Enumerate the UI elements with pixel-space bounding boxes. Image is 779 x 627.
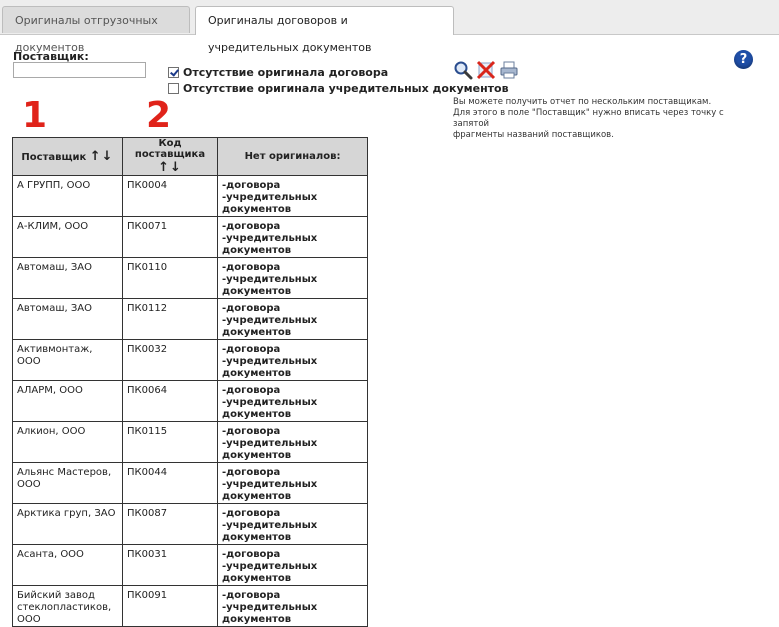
code-cell: ПК0071 — [122, 216, 218, 258]
code-cell: ПК0032 — [122, 339, 218, 381]
table-row: Автомаш, ЗАО ПК0112 -договора -учредительны… — [12, 298, 368, 340]
toolbar — [453, 60, 519, 80]
missing-cell: -договора -учредительных документов — [217, 462, 368, 504]
note-line: Вы можете получить отчет по нескольким п… — [453, 97, 712, 107]
header-missing: Нет оригиналов: — [217, 137, 368, 176]
missing-item: -учредительных документов — [222, 397, 318, 420]
clear-icon[interactable] — [476, 60, 496, 80]
marker-1: 1 — [22, 95, 48, 136]
checkbox-row-founding: Отсутствие оригинала учредительных докум… — [168, 81, 509, 95]
missing-item: -учредительных документов — [222, 192, 318, 215]
table-row: АЛАРМ, ООО ПК0064 -договора -учредительных … — [12, 380, 368, 422]
code-cell: ПК0110 — [122, 257, 218, 299]
supplier-cell: Бийский завод стеклопластиков, ООО — [12, 585, 123, 627]
report-note: Вы можете получить отчет по нескольким п… — [453, 97, 753, 141]
code-cell: ПК0004 — [122, 175, 218, 217]
note-line: фрагменты названий поставщиков. — [453, 130, 614, 140]
missing-cell: -договора -учредительных документов — [217, 585, 368, 627]
code-cell: ПК0064 — [122, 380, 218, 422]
table-row: Асанта, ООО ПК0031 -договора -учредительных… — [12, 544, 368, 586]
missing-item: -договора — [222, 426, 281, 437]
supplier-cell: А-КЛИМ, ООО — [12, 216, 123, 258]
missing-item: -учредительных документов — [222, 479, 318, 502]
missing-cell: -договора -учредительных документов — [217, 216, 368, 258]
sort-arrows-icon[interactable]: ↑↓ — [90, 149, 114, 164]
code-cell: ПК0044 — [122, 462, 218, 504]
table-row: Бийский завод стеклопластиков, ООО ПК0091… — [12, 585, 368, 627]
supplier-cell: Асанта, ООО — [12, 544, 123, 586]
no-founding-docs-label: Отсутствие оригинала учредительных докум… — [183, 81, 509, 95]
help-icon[interactable]: ? — [734, 50, 753, 69]
supplier-cell: Автомаш, ЗАО — [12, 298, 123, 340]
missing-item: -договора — [222, 549, 281, 560]
header-code-label: Код поставщика — [134, 138, 206, 160]
tab-shipping-originals[interactable]: Оригиналы отгрузочных документов — [2, 6, 190, 54]
table-row: Алкион, ООО ПК0115 -договора -учредительных… — [12, 421, 368, 463]
table-row: Автомаш, ЗАО ПК0110 -договора -учредительны… — [12, 257, 368, 299]
header-supplier[interactable]: Поставщик ↑↓ — [12, 137, 123, 176]
missing-item: -договора — [222, 344, 281, 355]
missing-cell: -договора -учредительных документов — [217, 175, 368, 217]
no-contract-checkbox[interactable] — [168, 66, 179, 78]
missing-item: -учредительных документов — [222, 520, 318, 543]
supplier-cell: Арктика груп, ЗАО — [12, 503, 123, 545]
missing-item: -договора — [222, 221, 281, 232]
header-code[interactable]: Код поставщика ↑↓ — [122, 137, 218, 176]
supplier-cell: Альянс Мастеров, ООО — [12, 462, 123, 504]
header-supplier-label: Поставщик — [21, 152, 87, 163]
missing-item: -договора — [222, 385, 281, 396]
missing-item: -учредительных документов — [222, 561, 318, 584]
note-line: Для этого в поле "Поставщик" нужно вписа… — [453, 108, 724, 129]
missing-item: -учредительных документов — [222, 315, 318, 338]
missing-item: -договора — [222, 303, 281, 314]
tab-contract-originals[interactable]: Оригиналы договоров и учредительных доку… — [195, 6, 454, 54]
print-icon[interactable] — [499, 60, 519, 80]
missing-item: -договора — [222, 180, 281, 191]
supplier-cell: АЛАРМ, ООО — [12, 380, 123, 422]
sort-arrows-icon[interactable]: ↑↓ — [123, 160, 217, 175]
search-icon[interactable] — [453, 60, 473, 80]
missing-cell: -договора -учредительных документов — [217, 544, 368, 586]
missing-item: -договора — [222, 508, 281, 519]
code-cell: ПК0112 — [122, 298, 218, 340]
table-row: Активмонтаж, ООО ПК0032 -договора -учредите… — [12, 339, 368, 381]
table-row: А-КЛИМ, ООО ПК0071 -договора -учредительных… — [12, 216, 368, 258]
missing-item: -учредительных документов — [222, 356, 318, 379]
table-header-row: Поставщик ↑↓ Код поставщика ↑↓ Нет ориги… — [12, 137, 368, 176]
missing-cell: -договора -учредительных документов — [217, 380, 368, 422]
table-row: Альянс Мастеров, ООО ПК0044 -договора -учре… — [12, 462, 368, 504]
no-contract-label: Отсутствие оригинала договора — [183, 65, 389, 79]
table-row: Арктика груп, ЗАО ПК0087 -договора -учредит… — [12, 503, 368, 545]
no-founding-docs-checkbox[interactable] — [168, 82, 179, 94]
supplier-cell: Активмонтаж, ООО — [12, 339, 123, 381]
code-cell: ПК0031 — [122, 544, 218, 586]
missing-item: -договора — [222, 262, 281, 273]
tab-bar: Оригиналы отгрузочных документов Оригина… — [0, 0, 779, 54]
missing-cell: -договора -учредительных документов — [217, 339, 368, 381]
missing-cell: -договора -учредительных документов — [217, 421, 368, 463]
supplier-input[interactable] — [13, 62, 146, 78]
table-row: А ГРУПП, ООО ПК0004 -договора -учредительны… — [12, 175, 368, 217]
supplier-cell: А ГРУПП, ООО — [12, 175, 123, 217]
missing-cell: -договора -учредительных документов — [217, 257, 368, 299]
marker-2: 2 — [146, 95, 172, 136]
missing-item: -договора — [222, 467, 281, 478]
code-cell: ПК0087 — [122, 503, 218, 545]
missing-item: -учредительных документов — [222, 438, 318, 461]
supplier-cell: Автомаш, ЗАО — [12, 257, 123, 299]
code-cell: ПК0091 — [122, 585, 218, 627]
missing-item: -учредительных документов — [222, 602, 318, 625]
missing-cell: -договора -учредительных документов — [217, 298, 368, 340]
missing-item: -учредительных документов — [222, 233, 318, 256]
missing-cell: -договора -учредительных документов — [217, 503, 368, 545]
supplier-cell: Алкион, ООО — [12, 421, 123, 463]
missing-item: -договора — [222, 590, 281, 601]
report-table: Поставщик ↑↓ Код поставщика ↑↓ Нет ориги… — [12, 137, 368, 627]
missing-item: -учредительных документов — [222, 274, 318, 297]
code-cell: ПК0115 — [122, 421, 218, 463]
checkbox-row-contract: Отсутствие оригинала договора — [168, 65, 388, 79]
